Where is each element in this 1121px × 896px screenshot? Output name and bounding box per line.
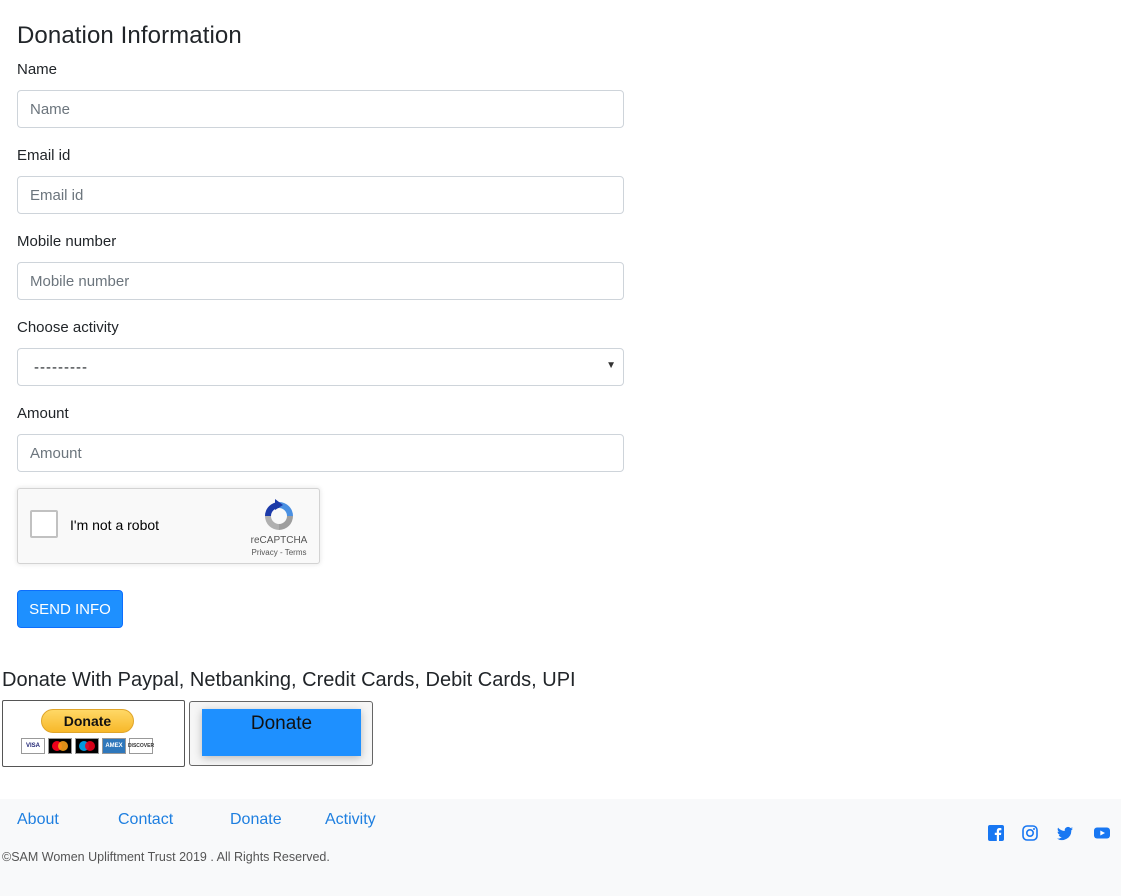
email-label: Email id [17,147,71,164]
recaptcha-checkbox[interactable] [30,510,58,538]
amex-icon: AMEX [102,738,126,754]
chevron-down-icon: ▼ [606,360,616,371]
donate-heading: Donate With Paypal, Netbanking, Credit C… [2,669,576,691]
youtube-icon[interactable] [1094,825,1110,841]
mobile-input[interactable] [17,262,624,300]
discover-icon: DISCOVER [128,738,154,754]
visa-icon: VISA [21,738,45,754]
recaptcha-links[interactable]: Privacy - Terms [240,548,318,557]
mobile-label: Mobile number [17,233,117,250]
twitter-icon[interactable] [1057,825,1073,841]
gateway-donate-button[interactable]: Donate [202,709,361,756]
recaptcha-widget: I'm not a robot reCAPTCHA Privacy - Term… [17,488,320,564]
recaptcha-label: I'm not a robot [70,517,160,533]
page-title: Donation Information [17,22,242,49]
recaptcha-brand: reCAPTCHA [250,535,308,546]
recaptcha-logo-icon [265,499,293,530]
amount-input[interactable] [17,434,624,472]
copyright: ©SAM Women Upliftment Trust 2019 . All R… [2,850,330,864]
activity-label: Choose activity [17,319,119,336]
name-label: Name [17,61,58,78]
footer-link-activity[interactable]: Activity [325,811,376,829]
paypal-donate-card: Donate VISA AMEX DISCOVER [2,700,185,767]
instagram-icon[interactable] [1022,825,1038,841]
footer-link-donate[interactable]: Donate [230,811,282,829]
payment-cards: VISA AMEX DISCOVER [21,738,154,754]
footer: About Contact Donate Activity ©SAM Women… [0,799,1121,896]
paypal-donate-button[interactable]: Donate [41,709,134,733]
facebook-icon[interactable] [988,825,1004,841]
name-input[interactable] [17,90,624,128]
maestro-icon [75,738,99,754]
footer-link-about[interactable]: About [17,811,59,829]
amount-label: Amount [17,405,69,422]
gateway-donate-card: Donate [189,701,373,766]
mastercard-icon [48,738,72,754]
send-info-button[interactable]: SEND INFO [17,590,123,628]
footer-link-contact[interactable]: Contact [118,811,173,829]
activity-selected-value: --------- [34,359,88,376]
activity-select[interactable]: --------- ▼ [17,348,624,386]
email-input[interactable] [17,176,624,214]
